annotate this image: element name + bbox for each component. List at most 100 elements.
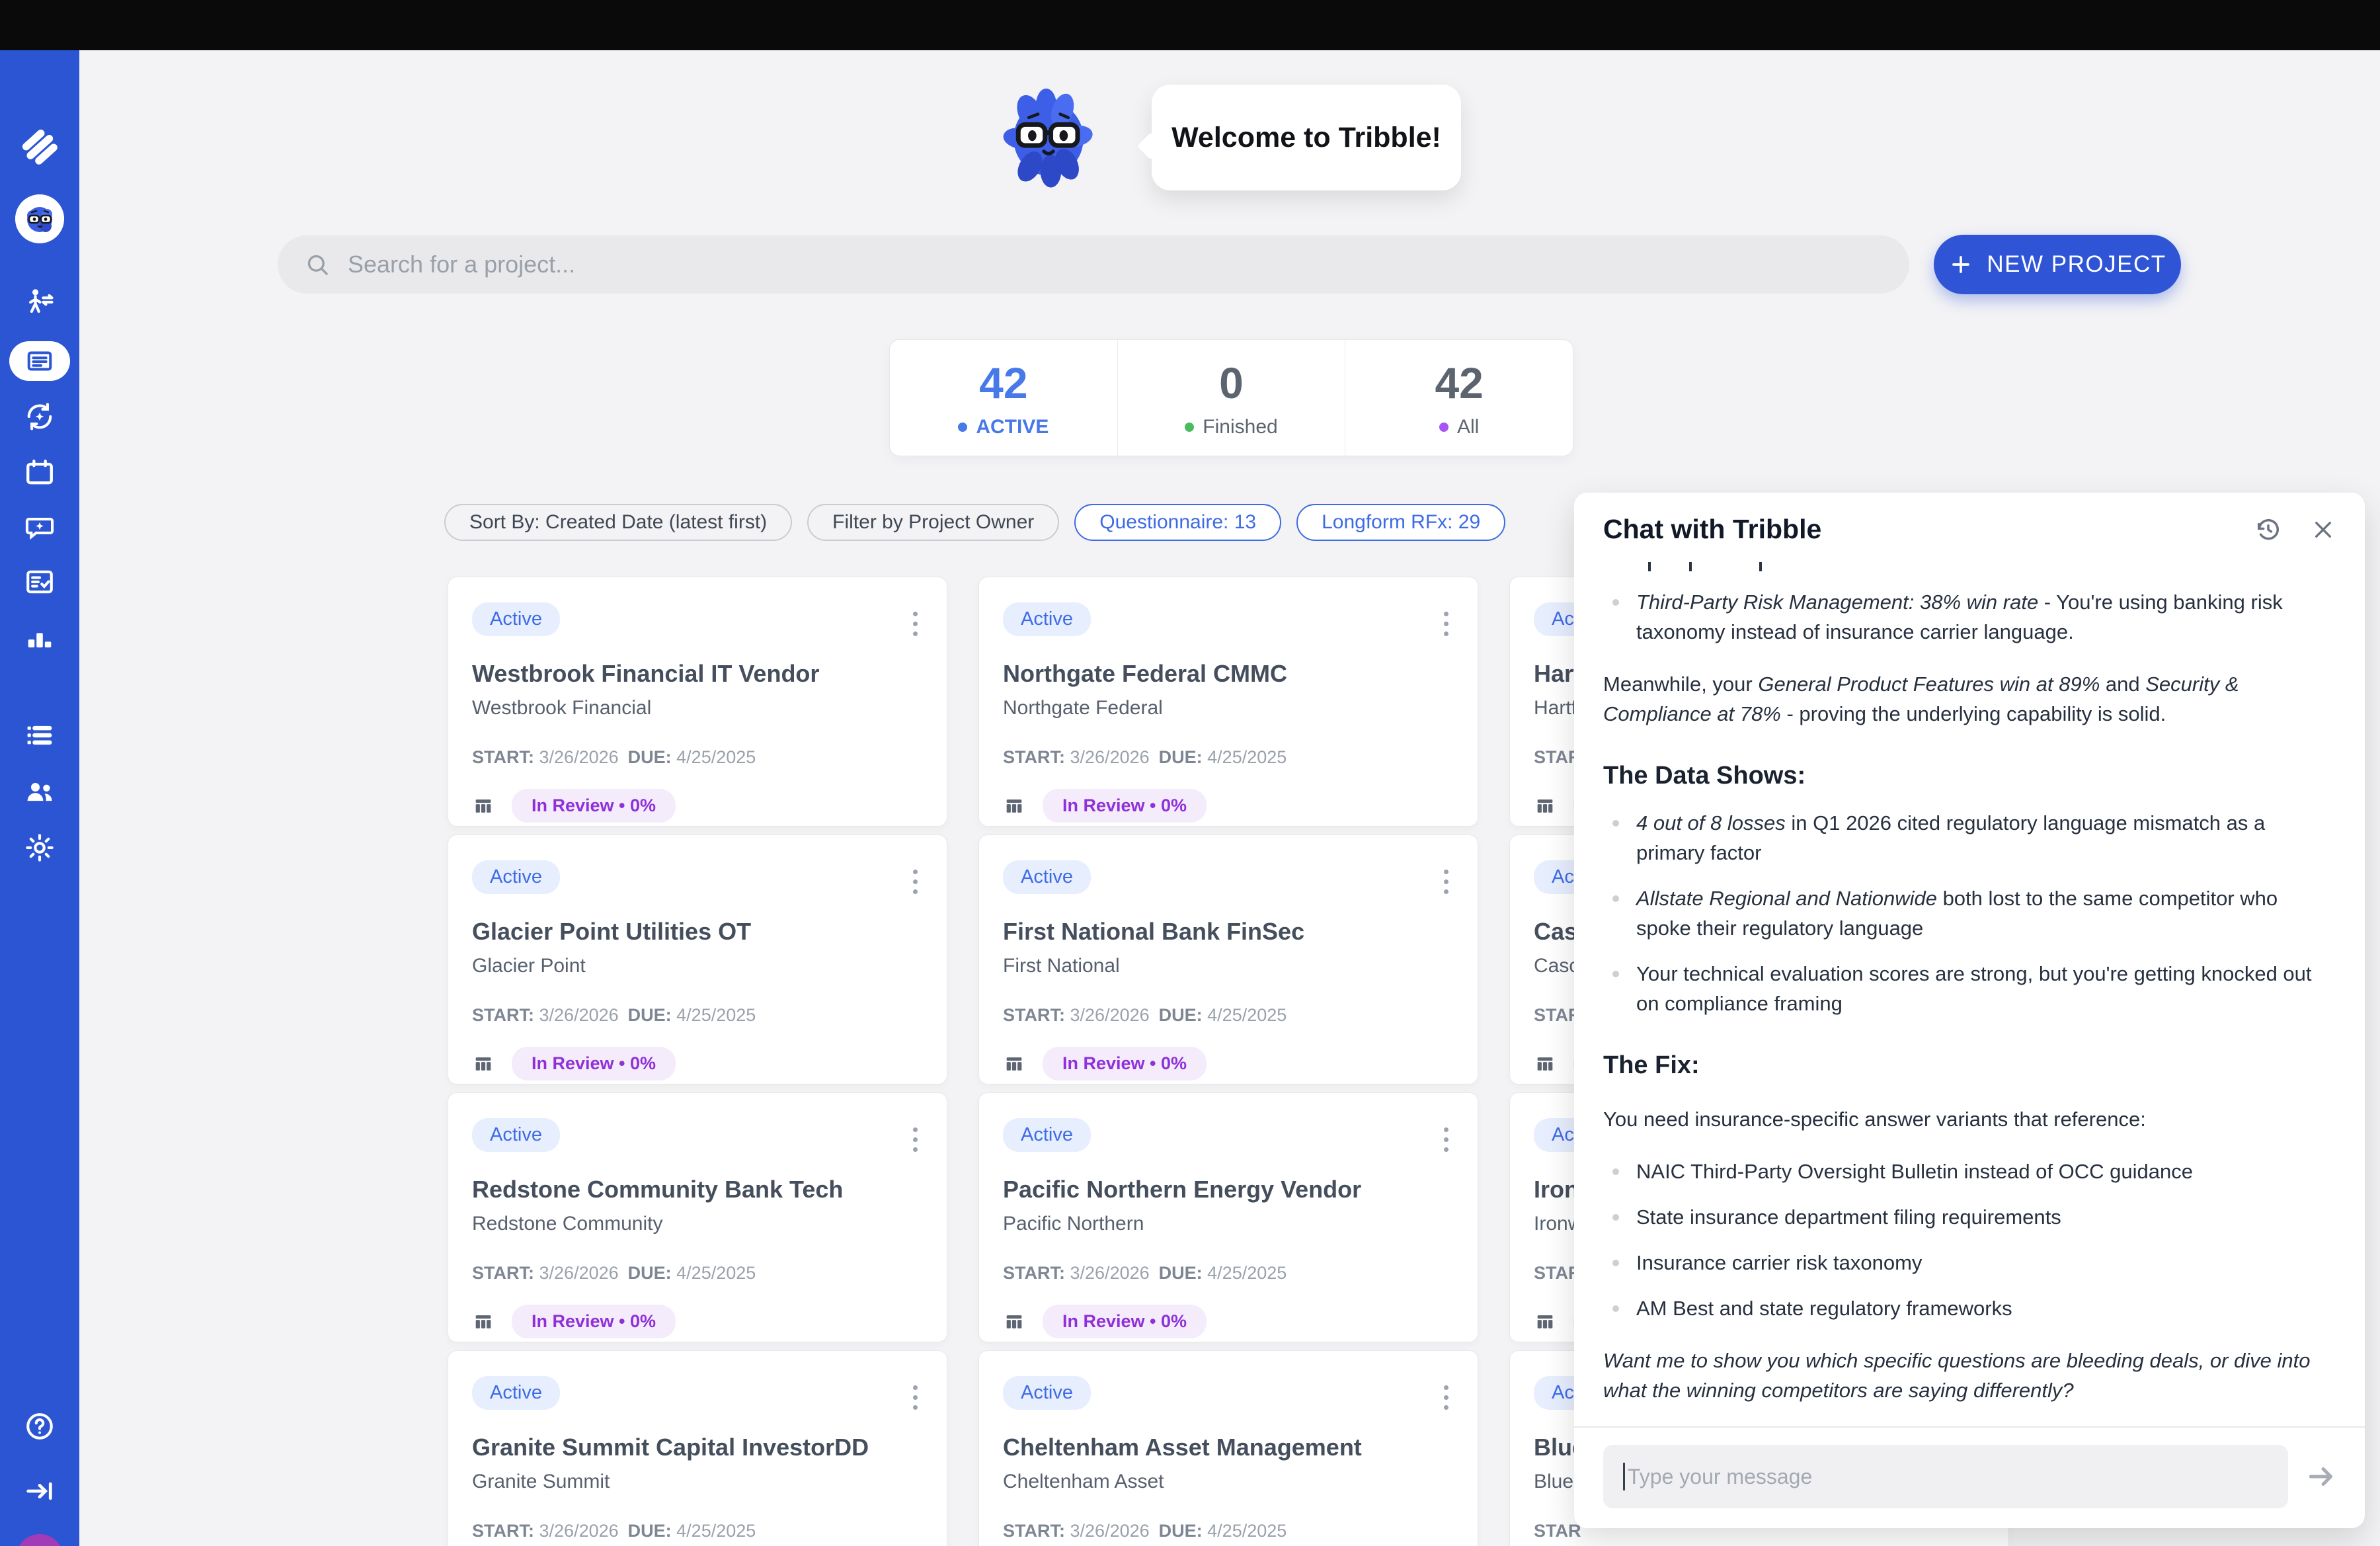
start-label: STAR [1534, 1521, 1581, 1541]
kebab-menu-icon[interactable] [900, 1121, 930, 1158]
project-card[interactable]: Active First National Bank FinSec First … [978, 834, 1478, 1084]
questionnaire-chip[interactable]: Questionnaire: 13 [1074, 504, 1281, 541]
project-subtitle: Redstone Community [472, 1213, 923, 1235]
status-badge: Active [472, 602, 560, 636]
search-input[interactable] [348, 251, 1802, 278]
project-card[interactable]: Active Glacier Point Utilities OT Glacie… [448, 834, 947, 1084]
project-card[interactable]: Active Northgate Federal CMMC Northgate … [978, 577, 1478, 827]
filter-owner-chip[interactable]: Filter by Project Owner [807, 504, 1059, 541]
sort-by-chip[interactable]: Sort By: Created Date (latest first) [444, 504, 792, 541]
kebab-menu-icon[interactable] [1431, 863, 1460, 900]
due-date: 4/25/2025 [1207, 1521, 1287, 1541]
filter-chips: Sort By: Created Date (latest first) Fil… [444, 504, 1505, 541]
stat-active[interactable]: 42 ACTIVE [890, 340, 1117, 456]
sidebar-item-queue[interactable] [22, 718, 57, 753]
kebab-menu-icon[interactable] [1431, 1379, 1460, 1416]
chat-panel: Chat with Tribble Third-Party Risk Manag… [1574, 493, 2365, 1528]
project-card[interactable]: Active Westbrook Financial IT Vendor Wes… [448, 577, 947, 827]
sidebar-item-team[interactable] [22, 774, 57, 809]
send-icon[interactable] [2305, 1460, 2338, 1493]
start-date: 3/26/2026 [539, 747, 619, 767]
chat-bullet-item: 4 out of 8 losses in Q1 2026 cited regul… [1603, 808, 2336, 868]
stat-finished-value: 0 [1219, 358, 1244, 408]
bullet-dot [1612, 1305, 1619, 1312]
kebab-menu-icon[interactable] [900, 605, 930, 642]
start-date: 3/26/2026 [1070, 1005, 1150, 1025]
text-caret [1623, 1463, 1625, 1490]
table-icon [1003, 1053, 1025, 1075]
chat-text-segment: General Product Features win at 89% [1758, 672, 2100, 696]
start-label: START: [472, 1005, 534, 1025]
stat-finished-dot [1185, 423, 1194, 432]
search-bar[interactable] [278, 235, 1909, 294]
chat-text-segment: AM Best and state regulatory frameworks [1636, 1297, 2012, 1320]
start-date: 3/26/2026 [539, 1521, 619, 1541]
new-project-button[interactable]: NEW PROJECT [1934, 235, 2181, 294]
sidebar-item-settings[interactable] [22, 831, 57, 865]
project-title: Redstone Community Bank Tech [472, 1176, 923, 1203]
chat-bullet-item: Insurance carrier risk taxonomy [1603, 1248, 2336, 1278]
kebab-menu-icon[interactable] [900, 863, 930, 900]
project-dates: START: 3/26/2026 DUE: 4/25/2025 [1003, 1263, 1454, 1283]
chat-bullet-item: NAIC Third-Party Oversight Bulletin inst… [1603, 1157, 2336, 1186]
bullet-dot [1612, 1260, 1619, 1266]
bullet-dot [1612, 820, 1619, 827]
project-title: Northgate Federal CMMC [1003, 660, 1454, 688]
help-icon[interactable] [22, 1409, 57, 1444]
sidebar-item-agent-transfer[interactable] [22, 286, 57, 320]
chat-heading: The Data Shows: [1603, 759, 2336, 792]
chat-heading: The Fix: [1603, 1049, 2336, 1082]
sidebar-item-chat[interactable] [22, 510, 57, 544]
chat-bullet-item: Allstate Regional and Nationwide both lo… [1603, 883, 2336, 943]
due-label: DUE: [628, 747, 672, 767]
longform-rfx-chip[interactable]: Longform RFx: 29 [1296, 504, 1505, 541]
project-subtitle: Westbrook Financial [472, 697, 923, 719]
stat-all[interactable]: 42 All [1345, 340, 1573, 456]
chat-text-segment: Third-Party Risk Management: 38% win rat… [1636, 590, 2038, 614]
project-title: Glacier Point Utilities OT [472, 918, 923, 946]
sidebar-item-tasks[interactable] [22, 565, 57, 599]
project-card[interactable]: Active Granite Summit Capital InvestorDD… [448, 1350, 947, 1546]
chat-messages[interactable]: Third-Party Risk Management: 38% win rat… [1574, 557, 2365, 1426]
kebab-menu-icon[interactable] [1431, 1121, 1460, 1158]
chat-text-segment: State insurance department filing requir… [1636, 1205, 2061, 1229]
status-badge: Active [1003, 1118, 1091, 1152]
collapse-icon[interactable] [22, 1474, 57, 1508]
chat-text-segment: NAIC Third-Party Oversight Bulletin inst… [1636, 1160, 2193, 1183]
table-icon [1003, 795, 1025, 817]
due-label: DUE: [628, 1005, 672, 1025]
sidebar-item-calendar[interactable] [22, 456, 57, 490]
project-card[interactable]: Active Cheltenham Asset Management Chelt… [978, 1350, 1478, 1546]
start-date: 3/26/2026 [1070, 1521, 1150, 1541]
user-avatar[interactable]: TK [16, 1534, 63, 1546]
start-label: START: [1003, 747, 1065, 767]
chat-input-placeholder: Type your message [1628, 1465, 1812, 1489]
due-label: DUE: [1159, 1521, 1203, 1541]
bullet-dot [1612, 599, 1619, 606]
chat-bullet-item: State insurance department filing requir… [1603, 1202, 2336, 1232]
kebab-menu-icon[interactable] [900, 1379, 930, 1416]
chat-input[interactable]: Type your message [1603, 1445, 2288, 1508]
bullet-dot [1612, 895, 1619, 902]
project-title: Pacific Northern Energy Vendor [1003, 1176, 1454, 1203]
kebab-menu-icon[interactable] [1431, 605, 1460, 642]
tribble-logo-icon[interactable] [18, 125, 61, 169]
sidebar-item-sync[interactable] [22, 399, 57, 434]
sidebar-item-projects[interactable] [9, 341, 70, 381]
stat-finished[interactable]: 0 Finished [1117, 340, 1345, 456]
start-label: START: [472, 1263, 534, 1283]
table-icon [1534, 1053, 1556, 1075]
stat-active-value: 42 [979, 358, 1027, 408]
welcome-bubble: Welcome to Tribble! [1152, 85, 1461, 190]
history-icon[interactable] [2254, 515, 2283, 544]
project-dates: START: 3/26/2026 DUE: 4/25/2025 [472, 1521, 923, 1541]
assistant-avatar-icon[interactable] [15, 194, 64, 243]
sidebar-item-analytics[interactable] [22, 621, 57, 655]
project-card[interactable]: Active Redstone Community Bank Tech Reds… [448, 1092, 947, 1342]
project-stats: 42 ACTIVE 0 Finished 42 All [889, 339, 1573, 456]
close-icon[interactable] [2311, 517, 2336, 542]
due-label: DUE: [628, 1521, 672, 1541]
chat-text-segment: You need insurance-specific answer varia… [1603, 1108, 2146, 1131]
status-badge: Active [472, 1118, 560, 1152]
project-card[interactable]: Active Pacific Northern Energy Vendor Pa… [978, 1092, 1478, 1342]
